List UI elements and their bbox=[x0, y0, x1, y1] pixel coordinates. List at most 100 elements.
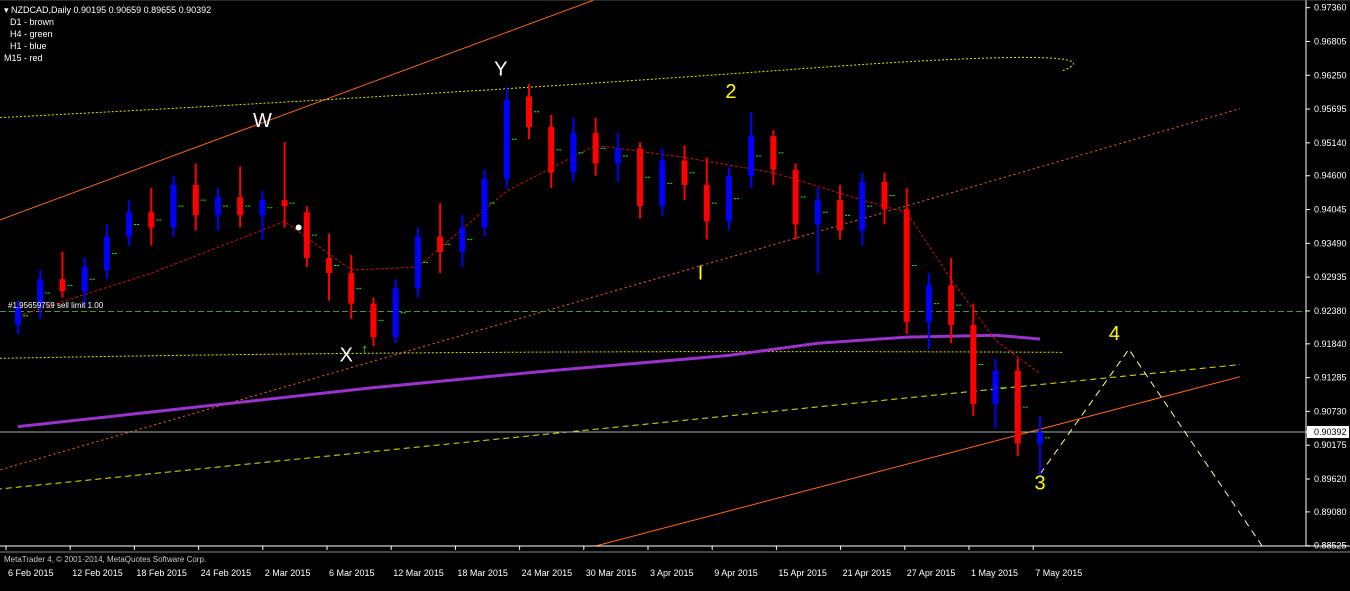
x-tick-label: 27 Apr 2015 bbox=[907, 568, 956, 578]
candle-body bbox=[326, 257, 333, 274]
x-tick-label: 1 May 2015 bbox=[971, 568, 1018, 578]
x-tick-label: 12 Feb 2015 bbox=[72, 568, 123, 578]
candle-body bbox=[681, 160, 688, 185]
candle-body bbox=[837, 200, 844, 231]
symbol-line: NZDCAD,Daily 0.90195 0.90659 0.89655 0.9… bbox=[11, 5, 212, 15]
candle-body bbox=[303, 212, 310, 258]
candle-body bbox=[126, 212, 133, 237]
candle-body bbox=[725, 175, 732, 222]
candle-body bbox=[59, 279, 66, 292]
x-tick-label: 3 Apr 2015 bbox=[650, 568, 694, 578]
y-tick-label: 0.89080 bbox=[1314, 507, 1347, 517]
x-tick-label: 9 Apr 2015 bbox=[714, 568, 758, 578]
candle-body bbox=[192, 184, 199, 216]
candle-body bbox=[237, 197, 244, 216]
y-tick-label: 0.94045 bbox=[1314, 205, 1347, 215]
dropdown-arrow-icon[interactable]: ▾ bbox=[4, 5, 9, 15]
label-3: 3 bbox=[1034, 472, 1045, 494]
label-i: I bbox=[698, 262, 704, 284]
price-chart[interactable]: ↑ W X Y 2 I 3 4 0.97360 0.96805 0.96250 0.95695 0.… bbox=[0, 0, 1350, 586]
candle-body bbox=[792, 169, 799, 225]
x-tick-label: 30 Mar 2015 bbox=[586, 568, 637, 578]
order-label[interactable]: #1.95659759 sell limit 1.00 bbox=[8, 301, 103, 310]
chart-header: ▾ NZDCAD,Daily 0.90195 0.90659 0.89655 0… bbox=[4, 4, 211, 64]
y-tick-label: 0.93490 bbox=[1314, 238, 1347, 248]
candle-body bbox=[214, 197, 221, 216]
legend-line-1: D1 - brown bbox=[10, 17, 55, 27]
y-tick-label: 0.95695 bbox=[1314, 104, 1347, 114]
y-tick-label: 0.95140 bbox=[1314, 138, 1347, 148]
candle-body bbox=[948, 285, 955, 325]
y-tick-label: 0.96250 bbox=[1314, 70, 1347, 80]
candle-body bbox=[903, 209, 910, 322]
candle-body bbox=[81, 267, 88, 292]
candle-body bbox=[281, 200, 288, 207]
x-tick-label: 12 Mar 2015 bbox=[393, 568, 444, 578]
label-y: Y bbox=[494, 58, 507, 80]
y-tick-label: 0.96805 bbox=[1314, 36, 1347, 46]
y-tick-label: 0.90730 bbox=[1314, 406, 1347, 416]
candle-body bbox=[659, 160, 666, 207]
candle-body bbox=[103, 236, 110, 271]
y-tick-label: 0.91285 bbox=[1314, 373, 1347, 383]
x-tick-label: 6 Mar 2015 bbox=[329, 568, 375, 578]
x-tick-label: 21 Apr 2015 bbox=[843, 568, 892, 578]
x-tick-label: 2 Mar 2015 bbox=[265, 568, 311, 578]
symbol-info: ▾ NZDCAD,Daily 0.90195 0.90659 0.89655 0… bbox=[4, 4, 211, 16]
candle-body bbox=[859, 181, 866, 231]
candle-body bbox=[526, 96, 532, 128]
chart-window[interactable]: ↑ W X Y 2 I 3 4 0.97360 0.96805 0.96250 0.95695 0.… bbox=[0, 0, 1350, 586]
y-tick-label: 0.92380 bbox=[1314, 306, 1347, 316]
candle-body bbox=[637, 148, 644, 207]
y-tick-label: 0.89620 bbox=[1314, 474, 1347, 484]
label-w: W bbox=[253, 110, 272, 132]
y-tick-label: 0.90175 bbox=[1314, 440, 1347, 450]
label-x: X bbox=[340, 344, 353, 366]
y-tick-label: 0.90392 bbox=[1314, 427, 1347, 437]
candle-body bbox=[392, 288, 399, 338]
label-4: 4 bbox=[1109, 323, 1120, 345]
marker-dot bbox=[295, 224, 302, 231]
x-tick-label: 6 Feb 2015 bbox=[8, 568, 54, 578]
candle-body bbox=[259, 200, 266, 216]
x-tick-label: 15 Apr 2015 bbox=[778, 568, 827, 578]
candle-body bbox=[592, 133, 599, 164]
candle-body bbox=[459, 227, 466, 252]
candle-body bbox=[414, 236, 421, 289]
candle-body bbox=[881, 181, 888, 210]
legend-line-2: H4 - green bbox=[10, 29, 53, 39]
y-tick-label: 0.94600 bbox=[1314, 171, 1347, 181]
candle-body bbox=[992, 370, 999, 405]
candle-body bbox=[925, 285, 932, 322]
y-tick-label: 0.92935 bbox=[1314, 272, 1347, 282]
y-tick-label: 0.97360 bbox=[1314, 3, 1347, 13]
candle-body bbox=[170, 184, 177, 228]
candle-body bbox=[570, 133, 577, 173]
green-arrow-icon: ↑ bbox=[361, 341, 368, 357]
candle-body bbox=[1037, 432, 1043, 444]
label-2: 2 bbox=[725, 81, 736, 103]
x-tick-label: 18 Feb 2015 bbox=[136, 568, 187, 578]
candle-body bbox=[1014, 370, 1021, 444]
candle-body bbox=[614, 148, 621, 164]
y-tick-label: 0.91840 bbox=[1314, 339, 1347, 349]
candle-body bbox=[503, 99, 510, 179]
y-tick-label: 0.88525 bbox=[1314, 541, 1347, 551]
legend-line-4: M15 - red bbox=[4, 53, 43, 63]
legend-line-3: H1 - blue bbox=[10, 41, 47, 51]
candle-body bbox=[770, 136, 777, 170]
candle-body bbox=[703, 184, 710, 222]
candle-body bbox=[148, 212, 155, 228]
candle-body bbox=[437, 236, 444, 252]
candle-body bbox=[970, 324, 977, 405]
candle-body bbox=[481, 178, 488, 228]
candle-body bbox=[548, 127, 555, 173]
candle-body bbox=[748, 136, 755, 176]
candle-body bbox=[370, 303, 377, 338]
x-tick-label: 24 Mar 2015 bbox=[522, 568, 573, 578]
copyright-text: MetaTrader 4, © 2001-2014, MetaQuotes So… bbox=[4, 555, 207, 564]
x-tick-label: 24 Feb 2015 bbox=[201, 568, 252, 578]
candle-body bbox=[814, 200, 821, 225]
x-tick-label: 18 Mar 2015 bbox=[457, 568, 508, 578]
candle-body bbox=[348, 273, 355, 304]
